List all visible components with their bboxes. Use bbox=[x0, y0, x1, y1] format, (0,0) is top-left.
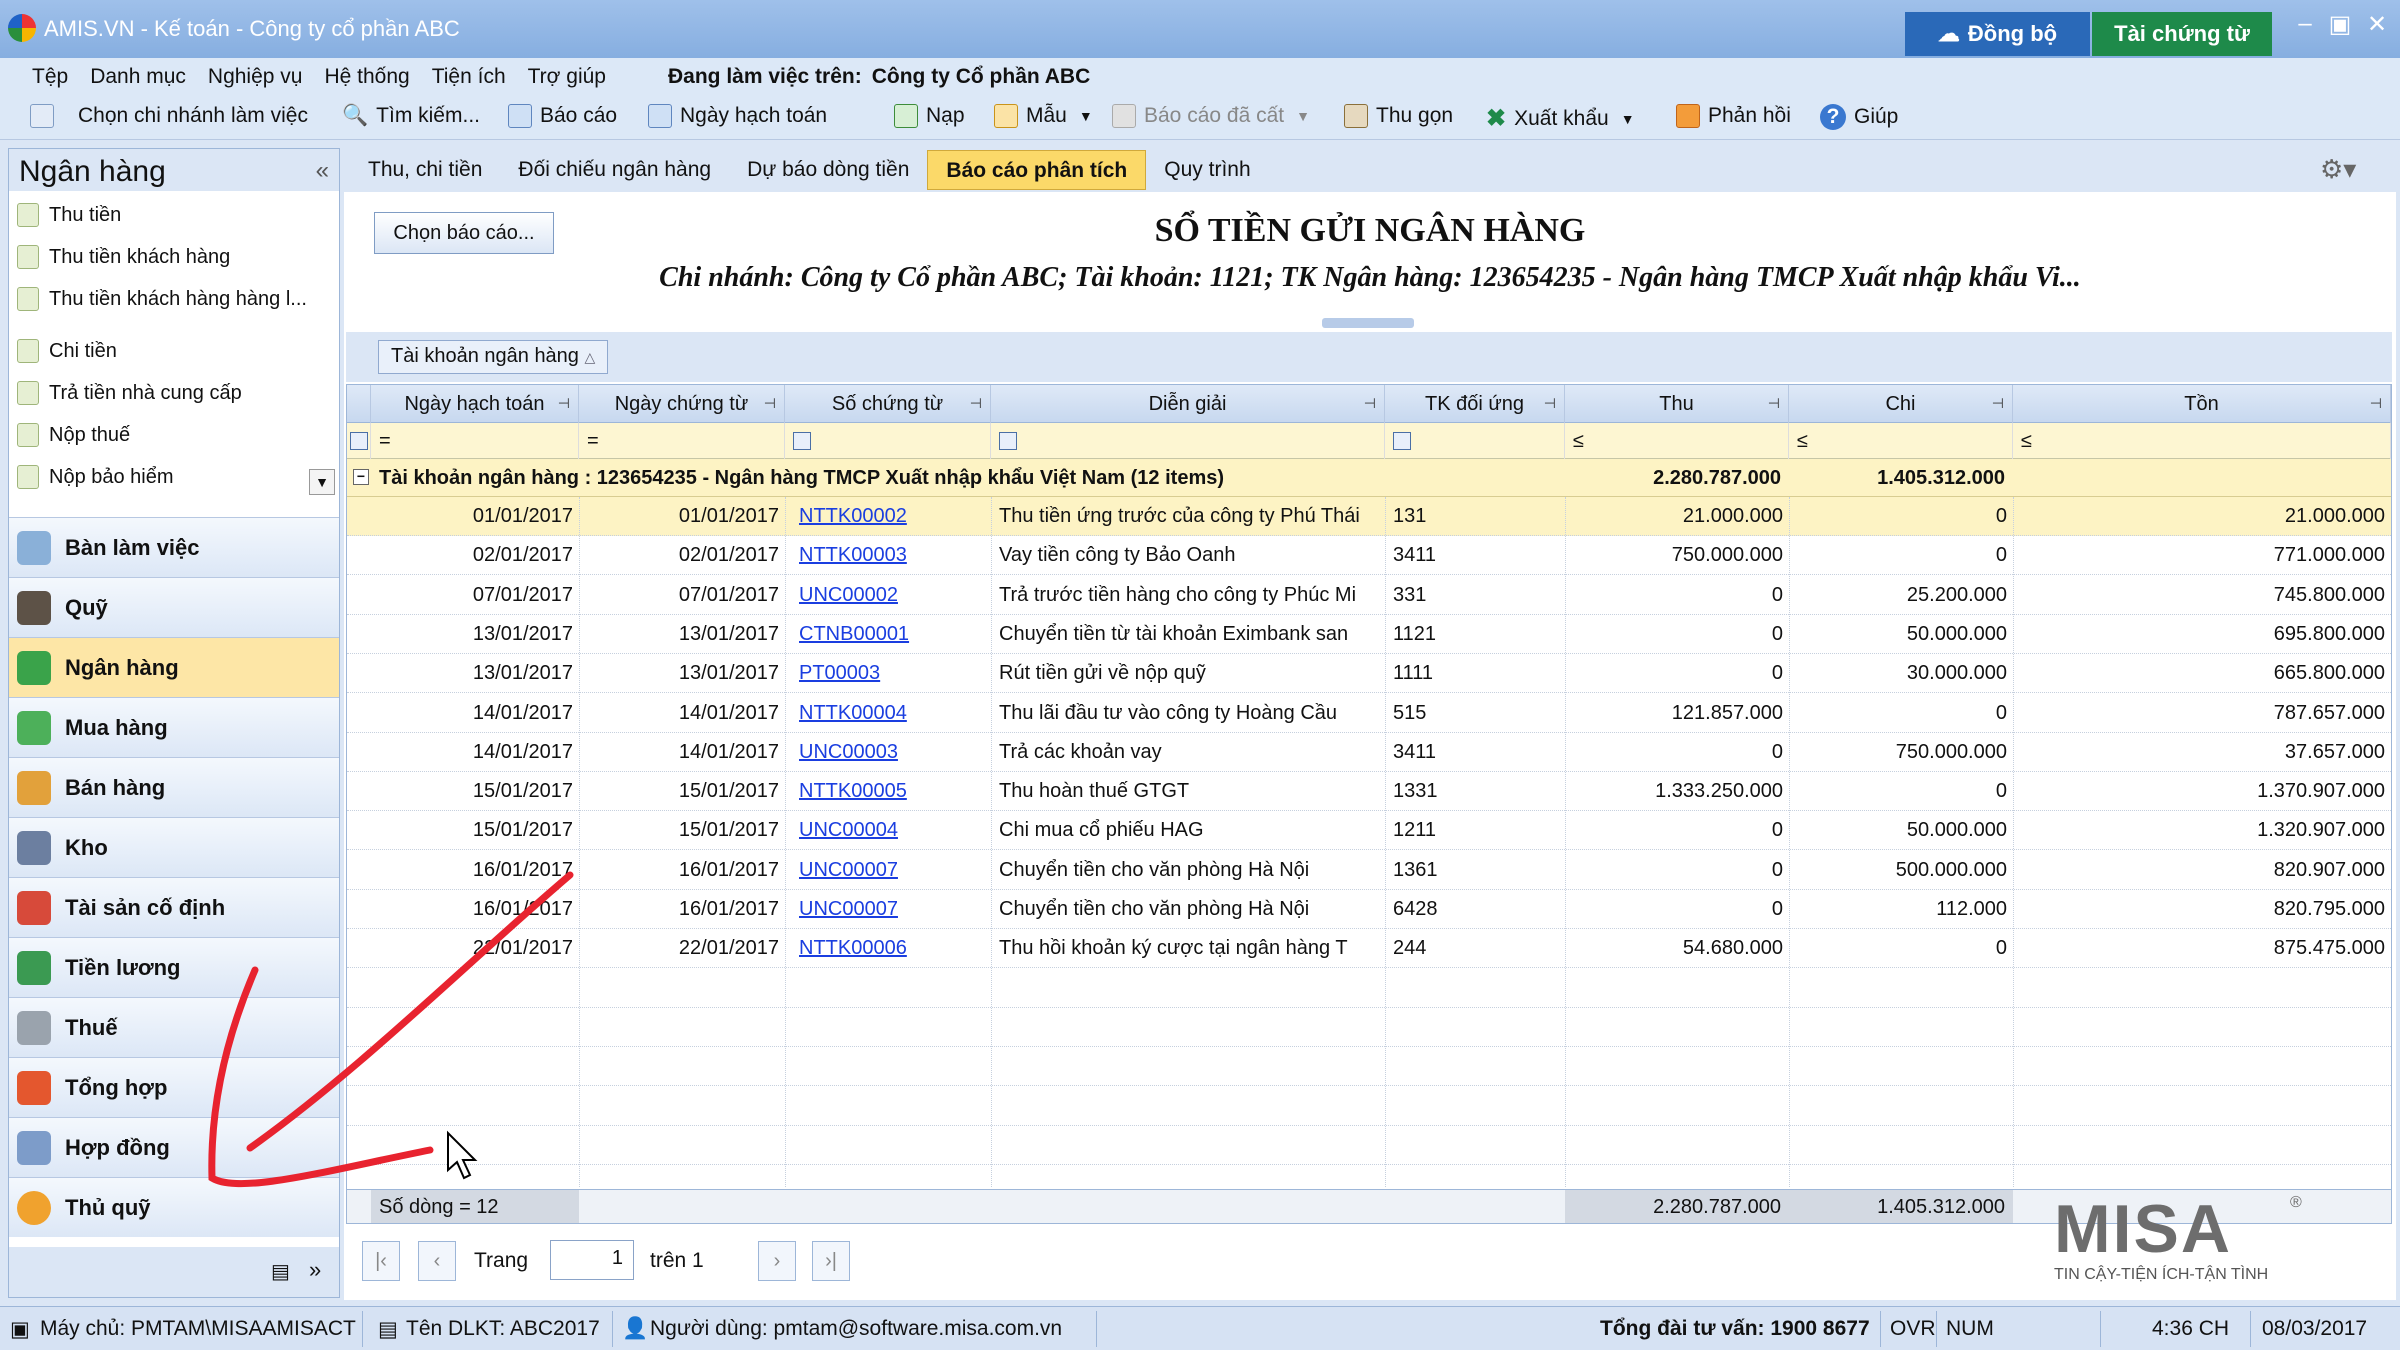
annotation-arrow bbox=[208, 871, 574, 1188]
annotation-overlay bbox=[208, 871, 574, 1188]
mouse-cursor-icon bbox=[447, 1130, 478, 1180]
db-icon: ▤ bbox=[378, 1318, 398, 1341]
server-icon: ▣ bbox=[10, 1318, 30, 1341]
status-user: Người dùng: pmtam@software.misa.com.vn bbox=[650, 1317, 1063, 1340]
status-hotline: Tổng đài tư vấn: 1900 8677 bbox=[1600, 1317, 1870, 1340]
status-num: NUM bbox=[1946, 1317, 1994, 1340]
status-date: 08/03/2017 bbox=[2262, 1317, 2368, 1340]
status-time: 4:36 CH bbox=[2152, 1317, 2230, 1340]
status-ovr: OVR bbox=[1890, 1317, 1936, 1340]
status-bar: ▣ Máy chủ: PMTAM\MISAAMISACT ▤ Tên DLKT:… bbox=[0, 1306, 2400, 1350]
status-db: Tên DLKT: ABC2017 bbox=[406, 1317, 600, 1340]
user-icon: 👤 bbox=[622, 1317, 649, 1340]
status-server: Máy chủ: PMTAM\MISAAMISACT bbox=[40, 1317, 356, 1340]
